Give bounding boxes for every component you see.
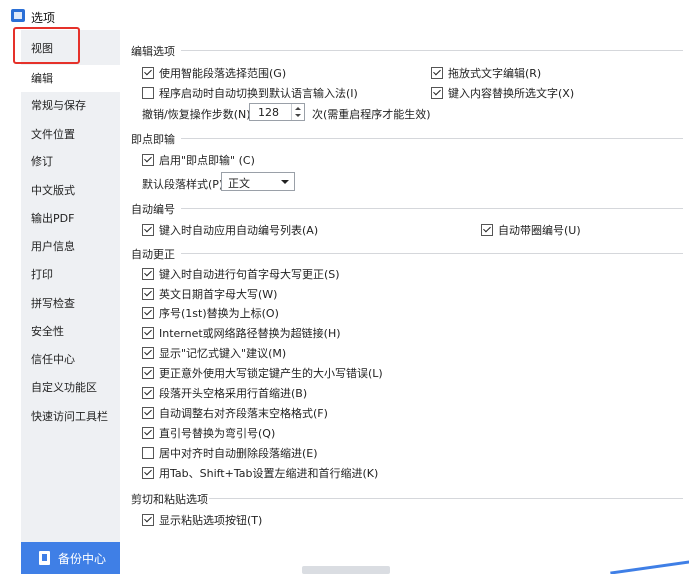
checkbox-icon[interactable] bbox=[142, 224, 154, 236]
checkbox-icon[interactable] bbox=[142, 307, 154, 319]
option-auto-correct-item[interactable]: 直引号替换为弯引号(Q) bbox=[142, 425, 275, 441]
checkbox-icon[interactable] bbox=[142, 387, 154, 399]
option-enable-click-type[interactable]: 启用"即点即输" (C) bbox=[142, 152, 255, 168]
sidebar-item-quick-access-toolbar[interactable]: 快速访问工具栏 bbox=[21, 403, 120, 430]
checkbox-icon[interactable] bbox=[431, 87, 443, 99]
backup-center-button[interactable]: 备份中心 bbox=[21, 542, 120, 574]
checkbox-icon[interactable] bbox=[142, 67, 154, 79]
checkbox-icon[interactable] bbox=[142, 347, 154, 359]
divider bbox=[181, 253, 683, 254]
sidebar-item-user-info[interactable]: 用户信息 bbox=[21, 233, 120, 260]
checkbox-icon[interactable] bbox=[431, 67, 443, 79]
title-bar: 选项 bbox=[0, 0, 689, 30]
sidebar-item-customize-ribbon[interactable]: 自定义功能区 bbox=[21, 374, 120, 401]
sidebar-item-general-save[interactable]: 常规与保存 bbox=[21, 92, 120, 119]
option-auto-correct-item[interactable]: 显示"记忆式键入"建议(M) bbox=[142, 345, 286, 361]
option-auto-correct-item[interactable]: 键入时自动进行句首字母大写更正(S) bbox=[142, 266, 340, 282]
sidebar-item-chinese-layout[interactable]: 中文版式 bbox=[21, 177, 120, 204]
checkbox-icon[interactable] bbox=[142, 87, 154, 99]
sidebar-item-file-location[interactable]: 文件位置 bbox=[21, 121, 120, 148]
default-style-value: 正文 bbox=[228, 177, 250, 190]
undo-steps-label: 撤销/恢复操作步数(N): bbox=[142, 108, 255, 121]
divider bbox=[209, 498, 683, 499]
option-auto-circle-number[interactable]: 自动带圈编号(U) bbox=[481, 222, 581, 238]
sidebar: 视图 编辑 常规与保存 文件位置 修订 中文版式 输出PDF 用户信息 打印 拼… bbox=[21, 30, 120, 574]
backup-center-label: 备份中心 bbox=[58, 552, 107, 566]
checkbox-icon[interactable] bbox=[142, 367, 154, 379]
default-style-select[interactable]: 正文 bbox=[221, 172, 295, 191]
option-typing-replaces[interactable]: 键入内容替换所选文字(X) bbox=[431, 85, 574, 101]
sidebar-item-revision[interactable]: 修订 bbox=[21, 148, 120, 175]
option-auto-correct-item[interactable]: Internet或网络路径替换为超链接(H) bbox=[142, 325, 341, 341]
undo-steps-note: 次(需重启程序才能生效) bbox=[312, 108, 431, 121]
stepper-arrows-icon[interactable] bbox=[291, 104, 304, 120]
checkbox-icon[interactable] bbox=[142, 268, 154, 280]
option-auto-correct-item[interactable]: 自动调整右对齐段落末空格格式(F) bbox=[142, 405, 328, 421]
option-auto-correct-item[interactable]: 英文日期首字母大写(W) bbox=[142, 286, 277, 302]
checkbox-icon[interactable] bbox=[142, 447, 154, 459]
undo-steps-value[interactable]: 128 bbox=[258, 106, 279, 119]
checkbox-icon[interactable] bbox=[142, 467, 154, 479]
checkbox-icon[interactable] bbox=[142, 407, 154, 419]
section-cut-paste: 剪切和粘贴选项 bbox=[131, 493, 208, 506]
checkbox-icon[interactable] bbox=[142, 327, 154, 339]
app-icon bbox=[11, 9, 25, 22]
option-show-paste-button[interactable]: 显示粘贴选项按钮(T) bbox=[142, 512, 262, 528]
checkbox-icon[interactable] bbox=[481, 224, 493, 236]
divider bbox=[181, 208, 683, 209]
checkbox-icon[interactable] bbox=[142, 154, 154, 166]
corner-logo bbox=[606, 556, 689, 574]
window-title: 选项 bbox=[31, 11, 56, 25]
option-auto-switch-ime[interactable]: 程序启动时自动切换到默认语言输入法(I) bbox=[142, 85, 358, 101]
option-drag-text[interactable]: 拖放式文字编辑(R) bbox=[431, 65, 541, 81]
option-auto-list[interactable]: 键入时自动应用自动编号列表(A) bbox=[142, 222, 318, 238]
sidebar-item-trust-center[interactable]: 信任中心 bbox=[21, 346, 120, 373]
divider bbox=[181, 138, 683, 139]
checkbox-icon[interactable] bbox=[142, 288, 154, 300]
sidebar-item-export-pdf[interactable]: 输出PDF bbox=[21, 205, 120, 232]
option-smart-paragraph[interactable]: 使用智能段落选择范围(G) bbox=[142, 65, 286, 81]
divider bbox=[181, 50, 683, 51]
section-auto-correct: 自动更正 bbox=[131, 248, 175, 261]
undo-steps-stepper[interactable]: 128 bbox=[249, 103, 305, 121]
checkbox-icon[interactable] bbox=[142, 427, 154, 439]
option-auto-correct-item[interactable]: 段落开头空格采用行首缩进(B) bbox=[142, 385, 307, 401]
checkbox-icon[interactable] bbox=[142, 514, 154, 526]
sidebar-item-edit[interactable]: 编辑 bbox=[21, 65, 120, 92]
option-auto-correct-item[interactable]: 序号(1st)替换为上标(O) bbox=[142, 305, 279, 321]
chevron-down-icon bbox=[281, 180, 289, 184]
default-style-label: 默认段落样式(P): bbox=[142, 178, 227, 191]
section-auto-number: 自动编号 bbox=[131, 203, 175, 216]
option-auto-correct-item[interactable]: 居中对齐时自动删除段落缩进(E) bbox=[142, 445, 318, 461]
option-auto-correct-item[interactable]: 更正意外使用大写锁定键产生的大小写错误(L) bbox=[142, 365, 383, 381]
sidebar-item-security[interactable]: 安全性 bbox=[21, 318, 120, 345]
sidebar-item-spell-check[interactable]: 拼写检查 bbox=[21, 290, 120, 317]
horizontal-scrollbar[interactable] bbox=[302, 566, 390, 574]
section-edit-options: 编辑选项 bbox=[131, 45, 175, 58]
sidebar-item-print[interactable]: 打印 bbox=[21, 261, 120, 288]
section-click-type: 即点即输 bbox=[131, 133, 175, 146]
backup-icon bbox=[39, 551, 50, 565]
option-auto-correct-item[interactable]: 用Tab、Shift+Tab设置左缩进和首行缩进(K) bbox=[142, 465, 378, 481]
highlight-annotation bbox=[13, 27, 80, 64]
